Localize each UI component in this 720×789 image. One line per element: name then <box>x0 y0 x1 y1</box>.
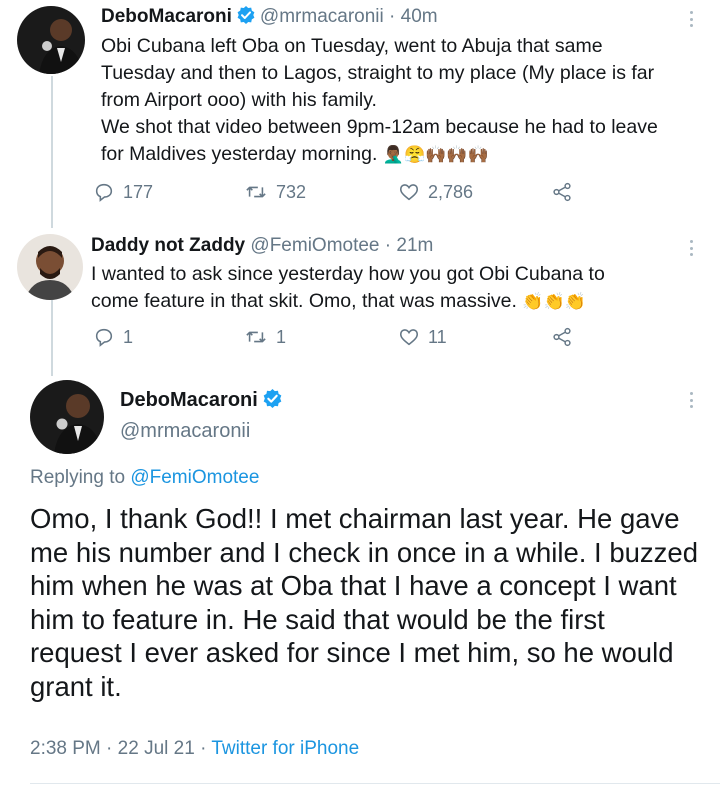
tweet-source-link[interactable]: Twitter for iPhone <box>211 738 359 759</box>
verified-badge-icon <box>262 388 283 415</box>
tweet-time[interactable]: 2:38 PM <box>30 738 101 759</box>
display-name[interactable]: DeboMacaroni <box>120 388 287 415</box>
separator-dot: · <box>200 738 207 759</box>
tweet-text: Omo, I thank God!! I met chairman last y… <box>30 503 699 702</box>
focused-tweet: DeboMacaroni @mrmacaronii Replying to @F… <box>0 0 720 789</box>
separator-dot: · <box>106 738 113 759</box>
replying-to: Replying to @FemiOmotee <box>30 467 260 488</box>
divider <box>30 783 720 784</box>
user-handle[interactable]: @mrmacaronii <box>120 420 250 443</box>
avatar[interactable] <box>30 380 104 454</box>
tweet-date[interactable]: 22 Jul 21 <box>118 738 195 759</box>
tweet-meta: 2:38 PM · 22 Jul 21 · Twitter for iPhone <box>30 738 359 760</box>
replying-to-link[interactable]: @FemiOmotee <box>130 467 259 488</box>
more-vertical-icon[interactable] <box>682 390 700 410</box>
